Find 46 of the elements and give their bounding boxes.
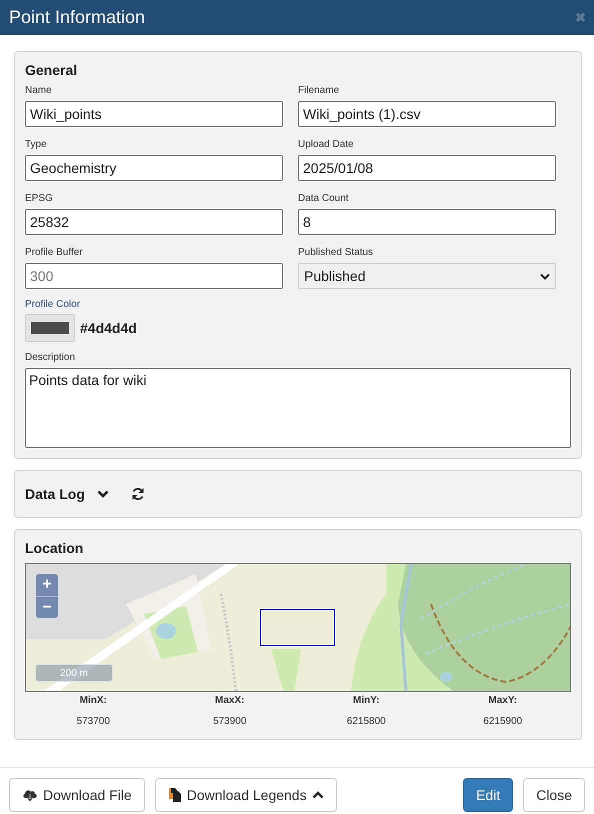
- zoom-in-button[interactable]: +: [36, 574, 58, 596]
- field-label: EPSG: [25, 192, 54, 205]
- bound-label: MaxY:: [487, 694, 518, 708]
- field-label: Published Status: [298, 246, 374, 259]
- field-label: Data Count: [298, 192, 350, 205]
- input-field[interactable]: 300: [25, 263, 283, 289]
- close-button[interactable]: Close: [523, 778, 585, 812]
- color-picker[interactable]: [25, 314, 75, 342]
- input-field[interactable]: 25832: [25, 209, 283, 235]
- field-label: Profile Color: [25, 299, 82, 310]
- field-label: Name: [25, 84, 53, 97]
- field-label: Upload Date: [298, 138, 355, 151]
- input-field[interactable]: Wiki_points: [25, 101, 283, 127]
- refresh-icon[interactable]: [130, 487, 145, 501]
- download-file-button[interactable]: Download File: [9, 778, 145, 812]
- input-field[interactable]: Wiki_points (1).csv: [298, 101, 556, 127]
- field-label: Type: [25, 138, 48, 151]
- bound-value: 6215900: [482, 715, 524, 729]
- cloud-download-icon: [22, 788, 38, 802]
- panel-title: Data Log: [25, 486, 85, 502]
- field-label: Description: [25, 352, 76, 363]
- input-field[interactable]: Geochemistry: [25, 155, 283, 181]
- input-field[interactable]: 8: [298, 209, 556, 235]
- chevron-down-icon: [96, 490, 109, 498]
- panel-title: Location: [25, 540, 84, 556]
- bound-value: 573700: [76, 715, 111, 729]
- bound-value: 573900: [212, 715, 248, 729]
- download-legends-button[interactable]: Download Legends: [154, 778, 337, 812]
- bound-label: MinY:: [352, 694, 380, 708]
- chevron-down-icon: [540, 272, 550, 280]
- bound-label: MaxX:: [214, 694, 246, 708]
- documents-icon: [168, 787, 182, 803]
- zoom-out-button[interactable]: −: [36, 596, 58, 618]
- chevron-up-icon: [312, 791, 324, 799]
- field-label: Profile Buffer: [25, 246, 84, 259]
- color-value: #4d4d4d: [80, 320, 137, 336]
- scale-bar: 200 m: [35, 664, 113, 682]
- status-select[interactable]: Published: [298, 263, 556, 289]
- input-field[interactable]: 2025/01/08: [298, 155, 556, 181]
- field-label: Filename: [298, 84, 340, 97]
- bound-label: MinX:: [78, 694, 108, 708]
- panel-title: General: [25, 62, 78, 78]
- dialog-title: Point Information: [9, 7, 146, 28]
- edit-button[interactable]: Edit: [463, 778, 514, 812]
- bound-value: 6215800: [346, 715, 387, 729]
- description-field[interactable]: Points data for wiki: [25, 368, 571, 448]
